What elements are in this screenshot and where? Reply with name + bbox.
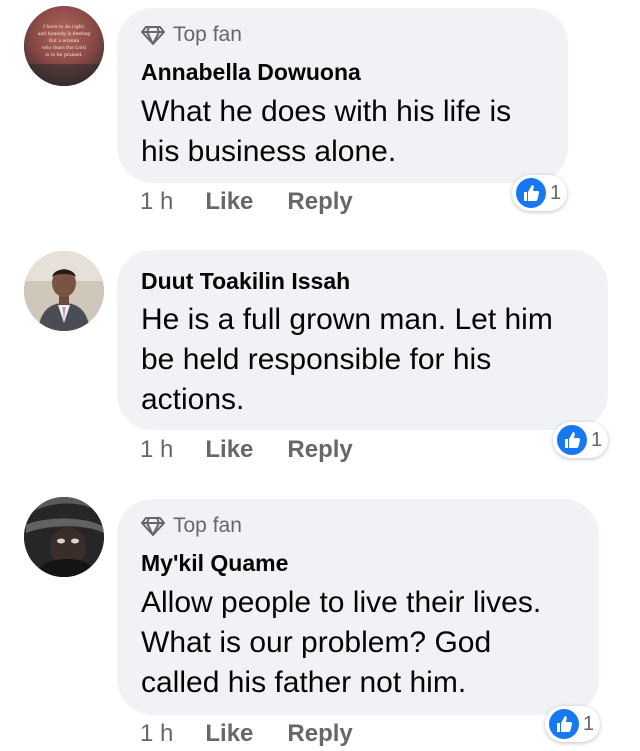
top-fan-badge: Top fan: [141, 512, 575, 540]
thumbs-up-icon: [549, 709, 579, 739]
comment-text-line: Allow people to live their lives.: [141, 586, 542, 619]
diamond-icon: [141, 517, 165, 536]
avatar[interactable]: [24, 497, 104, 577]
avatar-image: [24, 497, 104, 577]
reply-button[interactable]: Reply: [287, 720, 352, 748]
comment-author[interactable]: My'kil Quame: [141, 548, 575, 578]
reaction-count: 1: [583, 712, 595, 735]
like-button[interactable]: Like: [205, 720, 253, 748]
comment-actions: 1 h Like Reply: [140, 720, 387, 748]
comment-text-line: called his father not him.: [141, 666, 467, 699]
comment-text-line: What is our problem? God: [141, 626, 492, 659]
comment-3: Top fan My'kil Quame Allow people to liv…: [0, 0, 640, 751]
reaction-summary[interactable]: 1: [545, 706, 601, 742]
comment-text: Allow people to live their lives. What i…: [141, 583, 575, 703]
timestamp[interactable]: 1 h: [140, 720, 173, 748]
badge-label: Top fan: [173, 514, 242, 537]
comment-bubble: Top fan My'kil Quame Allow people to liv…: [117, 499, 599, 715]
